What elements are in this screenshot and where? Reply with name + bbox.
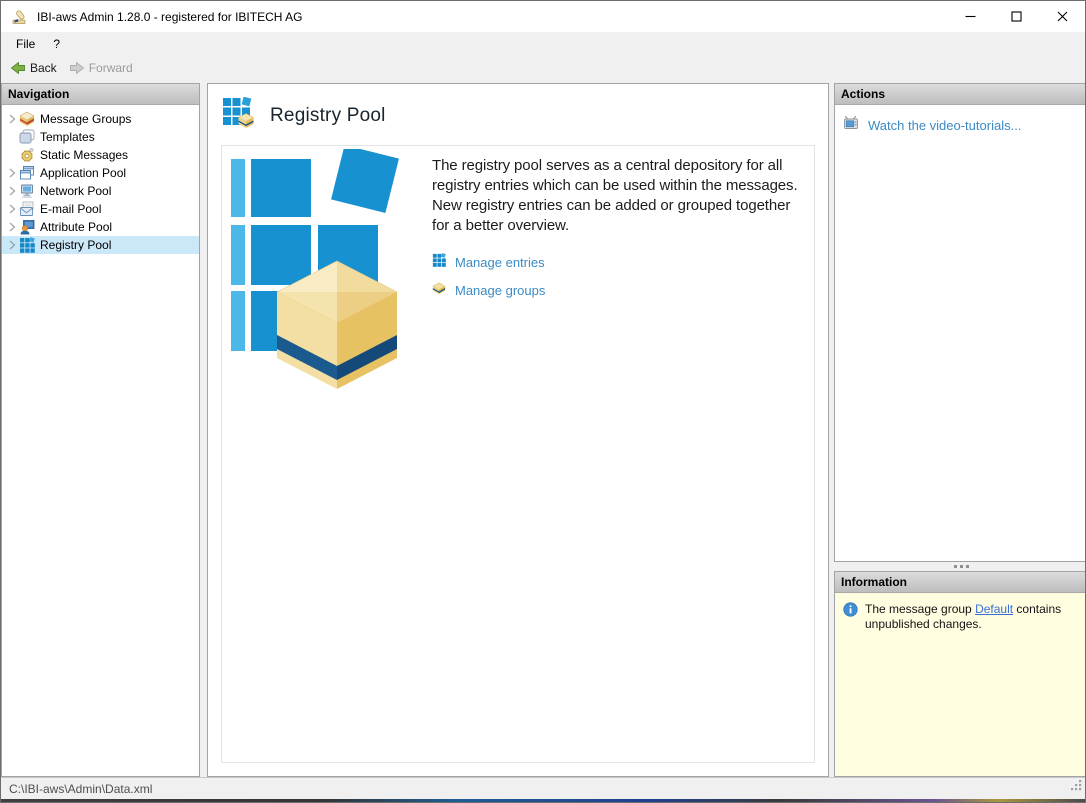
actions-header: Actions	[835, 84, 1086, 105]
nav-item-label: E-mail Pool	[40, 202, 101, 216]
status-bar: C:\IBI-aws\Admin\Data.xml	[1, 777, 1085, 799]
video-tutorial-tv-icon	[843, 115, 859, 136]
back-arrow-icon	[10, 60, 26, 76]
taskbar-edge	[1, 799, 1085, 802]
forward-label: Forward	[89, 61, 133, 75]
information-panel: Information The message group Default co…	[834, 571, 1086, 777]
app-window: IBI-aws Admin 1.28.0 - registered for IB…	[0, 0, 1086, 803]
nav-item-label: Static Messages	[40, 148, 128, 162]
nav-item-label: Application Pool	[40, 166, 126, 180]
back-label: Back	[30, 61, 57, 75]
nav-item-application-pool[interactable]: Application Pool	[2, 164, 199, 182]
registry-pool-illustration	[222, 146, 408, 762]
back-button[interactable]: Back	[4, 58, 63, 78]
forward-button[interactable]: Forward	[63, 58, 139, 78]
chevron-right-icon[interactable]	[2, 114, 19, 124]
attribute-pool-icon	[19, 219, 35, 235]
menu-bar: File ?	[1, 32, 1085, 55]
resize-grip-icon[interactable]	[1070, 779, 1083, 797]
registry-pool-title-icon	[222, 97, 254, 134]
info-message-prefix: The message group	[865, 602, 975, 616]
navigation-header: Navigation	[2, 84, 199, 105]
main-title-row: Registry Pool	[208, 84, 828, 145]
network-pool-icon	[19, 183, 35, 199]
main-text-column: The registry pool serves as a central de…	[408, 146, 814, 762]
registry-pool-description: The registry pool serves as a central de…	[432, 156, 804, 236]
nav-item-label: Message Groups	[40, 112, 131, 126]
nav-item-message-groups[interactable]: Message Groups	[2, 110, 199, 128]
default-group-link[interactable]: Default	[975, 602, 1013, 616]
application-pool-icon	[19, 165, 35, 181]
information-message: The message group Default contains unpub…	[865, 602, 1065, 632]
main-content-box: The registry pool serves as a central de…	[221, 145, 815, 763]
chevron-right-icon[interactable]	[2, 204, 19, 214]
manage-entries-label: Manage entries	[455, 255, 545, 270]
manage-groups-link[interactable]: Manage groups	[432, 281, 804, 300]
chevron-right-icon[interactable]	[2, 240, 19, 250]
nav-item-static-messages[interactable]: Static Messages	[2, 146, 199, 164]
nav-item-registry-pool[interactable]: Registry Pool	[2, 236, 199, 254]
menu-help[interactable]: ?	[44, 34, 69, 54]
nav-item-label: Attribute Pool	[40, 220, 112, 234]
navigation-panel: Navigation Mess	[1, 83, 200, 777]
window-controls	[947, 1, 1085, 32]
window-title: IBI-aws Admin 1.28.0 - registered for IB…	[37, 10, 302, 24]
information-content: The message group Default contains unpub…	[835, 593, 1086, 776]
actions-panel: Actions Watch the video-tut	[834, 83, 1086, 562]
body: Navigation Mess	[1, 80, 1085, 777]
nav-item-templates[interactable]: Templates	[2, 128, 199, 146]
page-title: Registry Pool	[270, 105, 386, 127]
navigation-tree: Message Groups Templates	[2, 105, 199, 776]
title-bar: IBI-aws Admin 1.28.0 - registered for IB…	[1, 1, 1085, 32]
message-groups-icon	[19, 111, 35, 127]
data-file-path: C:\IBI-aws\Admin\Data.xml	[9, 782, 152, 796]
toolbar: Back Forward	[1, 55, 1085, 80]
close-icon[interactable]	[1039, 1, 1085, 32]
nav-item-attribute-pool[interactable]: Attribute Pool	[2, 218, 199, 236]
nav-item-network-pool[interactable]: Network Pool	[2, 182, 199, 200]
manage-groups-box-icon	[432, 281, 446, 300]
video-tutorials-link[interactable]: Watch the video-tutorials...	[843, 115, 1080, 136]
menu-file[interactable]: File	[7, 34, 44, 54]
info-icon	[843, 602, 858, 622]
manage-entries-grid-icon	[432, 253, 446, 272]
nav-item-label: Templates	[40, 130, 95, 144]
minimize-icon[interactable]	[947, 1, 993, 32]
nav-item-label: Registry Pool	[40, 238, 111, 252]
manage-groups-label: Manage groups	[455, 283, 545, 298]
actions-content: Watch the video-tutorials...	[835, 105, 1086, 561]
manage-links: Manage entries	[432, 253, 804, 300]
email-pool-icon	[19, 201, 35, 217]
nav-item-label: Network Pool	[40, 184, 111, 198]
chevron-right-icon[interactable]	[2, 186, 19, 196]
chevron-right-icon[interactable]	[2, 222, 19, 232]
chevron-right-icon[interactable]	[2, 168, 19, 178]
information-header: Information	[835, 572, 1086, 593]
right-column: Actions Watch the video-tut	[834, 83, 1086, 777]
templates-icon	[19, 129, 35, 145]
video-tutorials-label: Watch the video-tutorials...	[868, 118, 1021, 133]
static-messages-icon	[19, 147, 35, 163]
main-panel: Registry Pool	[207, 83, 829, 777]
app-stamp-icon	[10, 7, 30, 27]
registry-pool-icon	[19, 237, 35, 253]
manage-entries-link[interactable]: Manage entries	[432, 253, 804, 272]
nav-item-email-pool[interactable]: E-mail Pool	[2, 200, 199, 218]
maximize-icon[interactable]	[993, 1, 1039, 32]
splitter-handle[interactable]	[834, 562, 1086, 571]
forward-arrow-icon	[69, 60, 85, 76]
